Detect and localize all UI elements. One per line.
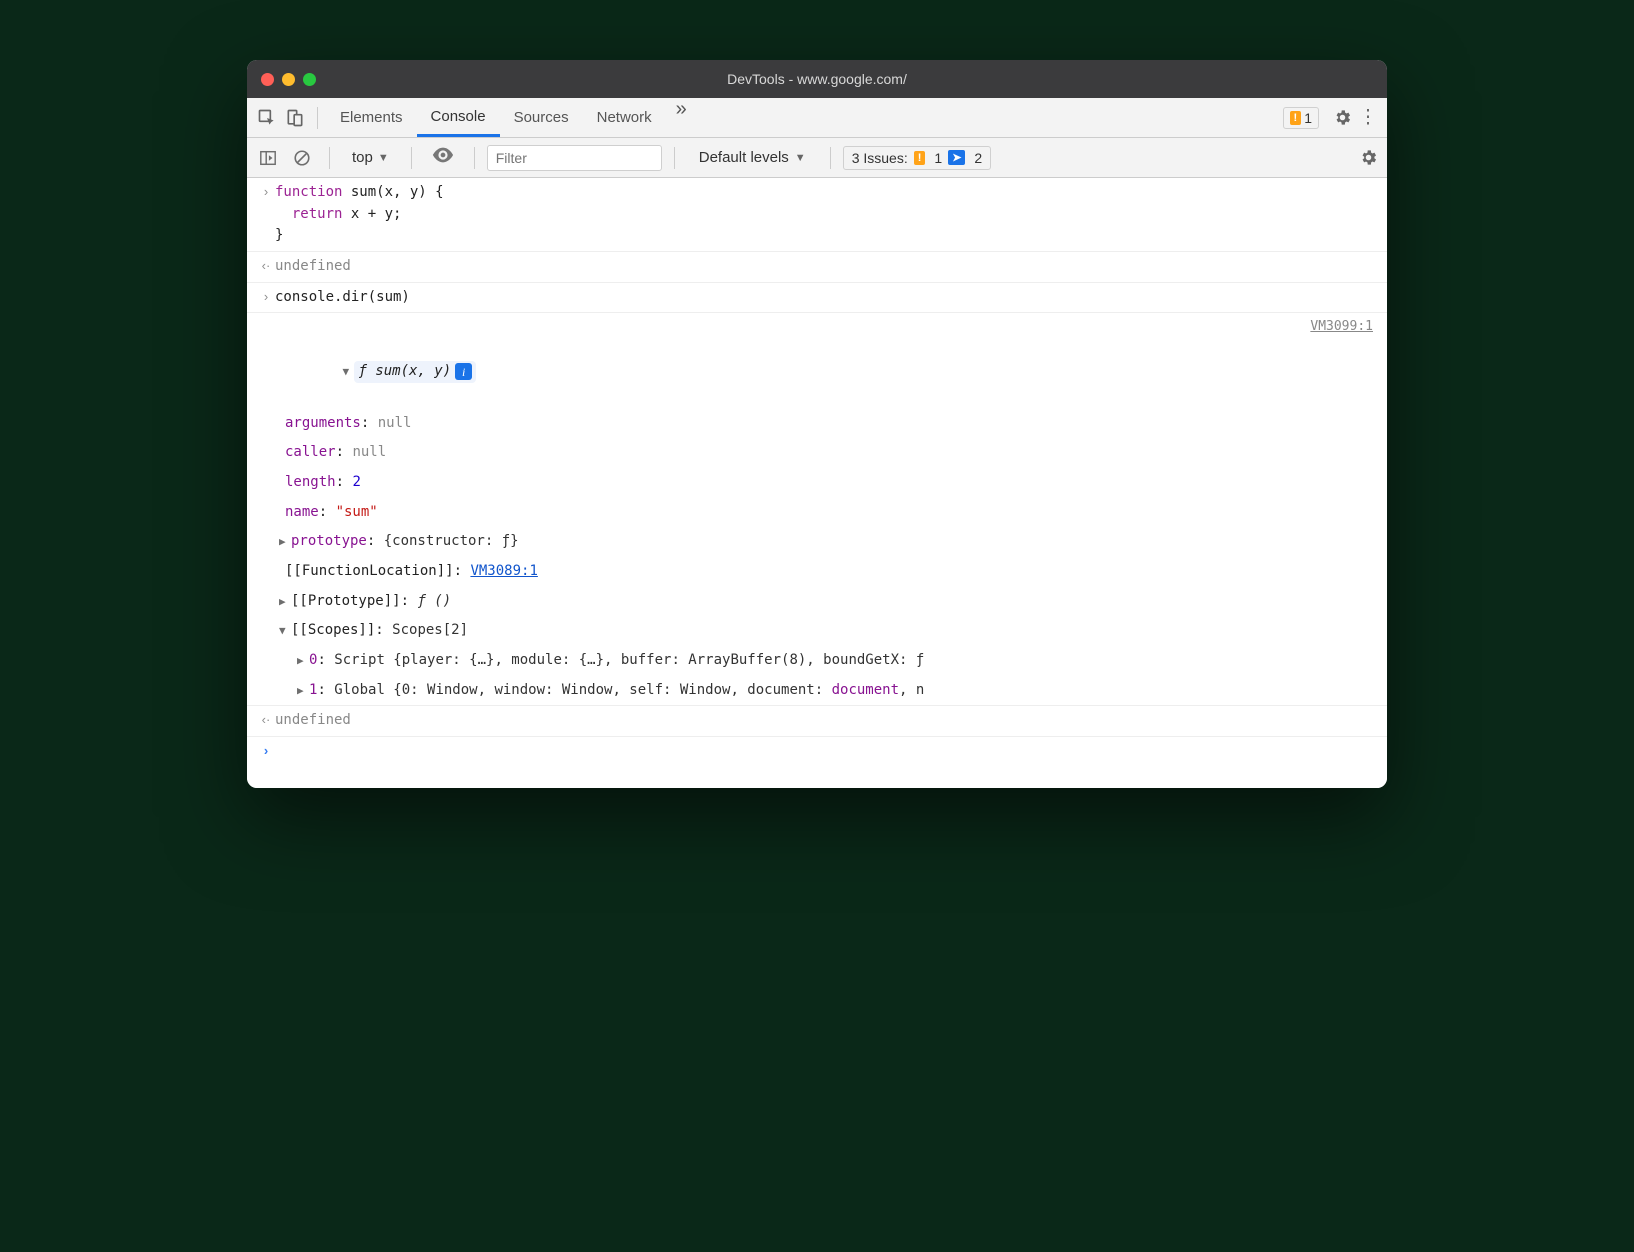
console-input-row[interactable]: › function sum(x, y) { return x + y; } [247, 178, 1387, 252]
divider [411, 147, 412, 169]
settings-icon[interactable] [1329, 108, 1355, 127]
info-icon[interactable]: i [455, 363, 472, 380]
divider [317, 107, 318, 129]
issues-label: 3 Issues: [852, 150, 908, 166]
object-header[interactable]: ƒ sum(x, y)i [354, 361, 476, 383]
more-tabs-icon[interactable]: » [666, 98, 697, 137]
console-settings-icon[interactable] [1355, 148, 1381, 167]
chevron-down-icon: ▼ [378, 152, 389, 164]
live-expression-icon[interactable] [424, 147, 462, 168]
console-output: › function sum(x, y) { return x + y; } ‹… [247, 178, 1387, 788]
tab-elements[interactable]: Elements [326, 98, 417, 137]
expand-toggle-icon[interactable]: ▶ [279, 593, 291, 610]
object-property[interactable]: name: "sum" [247, 498, 1387, 528]
expand-toggle-icon[interactable]: ▶ [279, 533, 291, 550]
source-link[interactable]: VM3099:1 [1310, 319, 1373, 334]
object-property[interactable]: ▶prototype: {constructor: ƒ} [247, 527, 1387, 557]
issues-warn-count: 1 [934, 150, 942, 166]
object-property[interactable]: arguments: null [247, 409, 1387, 439]
object-property[interactable]: ▼[[Scopes]]: Scopes[2] [247, 616, 1387, 646]
prompt-marker-icon: › [257, 741, 275, 758]
tab-network[interactable]: Network [583, 98, 666, 137]
expand-toggle-icon[interactable]: ▶ [297, 682, 309, 699]
object-property[interactable]: ▶[[Prototype]]: ƒ () [247, 587, 1387, 617]
context-selector[interactable]: top ▼ [342, 149, 399, 166]
return-value: undefined [275, 710, 1377, 732]
device-toggle-icon[interactable] [281, 104, 309, 132]
console-result-row: ‹· undefined [247, 252, 1387, 283]
divider [474, 147, 475, 169]
console-toolbar: top ▼ Default levels ▼ 3 Issues: ! 1 ➤ 2 [247, 138, 1387, 178]
object-property[interactable]: [[FunctionLocation]]: VM3089:1 [247, 557, 1387, 587]
issues-counter[interactable]: 3 Issues: ! 1 ➤ 2 [843, 146, 992, 170]
code-entry: console.dir(sum) [275, 287, 1377, 309]
tab-console[interactable]: Console [417, 98, 500, 137]
log-levels-selector[interactable]: Default levels ▼ [687, 149, 818, 166]
warning-icon: ! [1290, 111, 1302, 125]
warning-icon: ! [914, 151, 926, 165]
return-value: undefined [275, 256, 1377, 278]
code-entry: function sum(x, y) { return x + y; } [275, 182, 1377, 247]
input-marker-icon: › [257, 287, 275, 304]
expand-toggle-icon[interactable]: ▶ [297, 652, 309, 669]
issues-info-count: 2 [974, 150, 982, 166]
warning-count: 1 [1304, 110, 1312, 126]
expand-toggle-icon[interactable]: ▼ [342, 363, 354, 380]
window-title: DevTools - www.google.com/ [247, 71, 1387, 87]
divider [674, 147, 675, 169]
console-prompt-row[interactable]: › [247, 737, 1387, 788]
main-toolbar: Elements Console Sources Network » ! 1 ⋮ [247, 98, 1387, 138]
console-result-row: ‹· undefined [247, 706, 1387, 737]
divider [830, 147, 831, 169]
titlebar: DevTools - www.google.com/ [247, 60, 1387, 98]
warning-counter[interactable]: ! 1 [1283, 107, 1319, 129]
kebab-menu-icon[interactable]: ⋮ [1355, 106, 1381, 129]
console-input-row[interactable]: › console.dir(sum) [247, 283, 1387, 314]
scope-entry[interactable]: ▶0: Script {player: {…}, module: {…}, bu… [247, 646, 1387, 676]
info-icon: ➤ [948, 150, 965, 165]
tab-sources[interactable]: Sources [500, 98, 583, 137]
levels-label: Default levels [699, 149, 789, 166]
object-property[interactable]: caller: null [247, 438, 1387, 468]
devtools-window: DevTools - www.google.com/ Elements Cons… [247, 60, 1387, 788]
object-property[interactable]: length: 2 [247, 468, 1387, 498]
function-location-link[interactable]: VM3089:1 [470, 563, 537, 579]
output-marker-icon: ‹· [257, 710, 275, 727]
clear-console-icon[interactable] [287, 143, 317, 173]
filter-input[interactable] [487, 145, 662, 171]
source-link-row: VM3099:1 [247, 313, 1387, 335]
context-label: top [352, 149, 373, 166]
object-header-row[interactable]: ▼ƒ sum(x, y)i [247, 335, 1387, 408]
input-marker-icon: › [257, 182, 275, 199]
panel-tabs: Elements Console Sources Network » [326, 98, 697, 137]
expand-toggle-icon[interactable]: ▼ [279, 622, 291, 639]
output-marker-icon: ‹· [257, 256, 275, 273]
inspect-icon[interactable] [253, 104, 281, 132]
divider [329, 147, 330, 169]
scope-entry[interactable]: ▶1: Global {0: Window, window: Window, s… [247, 676, 1387, 707]
sidebar-toggle-icon[interactable] [253, 143, 283, 173]
chevron-down-icon: ▼ [795, 152, 806, 164]
